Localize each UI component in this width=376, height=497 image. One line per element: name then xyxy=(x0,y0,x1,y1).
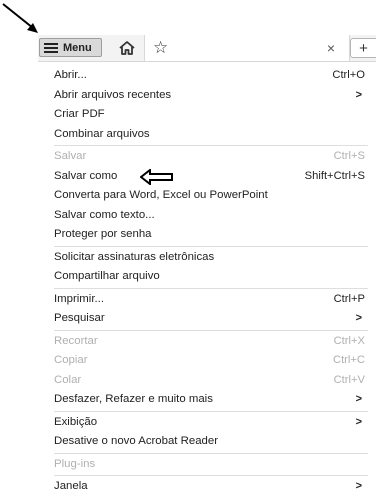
menu-item-label: Criar PDF xyxy=(54,108,105,120)
annotation-left-arrow-icon xyxy=(140,169,173,185)
menu-separator xyxy=(54,329,368,331)
menu-separator xyxy=(54,475,368,476)
tab-bar: Menu ☆ × + xyxy=(38,35,376,62)
menu-item-label: Salvar xyxy=(54,150,87,162)
menu-item-label: Salvar como xyxy=(54,169,118,182)
menu-item-copiar[interactable]: Copiar Ctrl+C xyxy=(48,351,368,371)
chevron-right-icon: > xyxy=(355,393,362,405)
document-tab[interactable]: ☆ × xyxy=(144,35,350,61)
menu-item-label: Solicitar assinaturas eletrônicas xyxy=(54,250,215,263)
chevron-right-icon: > xyxy=(355,312,362,324)
menu-item-colar[interactable]: Colar Ctrl+V xyxy=(48,371,368,391)
menu-item-desative-o-novo-acrobat-reader[interactable]: Desative o novo Acrobat Reader xyxy=(48,432,368,452)
menu-item-proteger-por-senha[interactable]: Proteger por senha xyxy=(48,225,368,245)
menu-item-label: Imprimir... xyxy=(54,292,104,305)
menu-item-label: Compartilhar arquivo xyxy=(54,270,160,282)
annotation-arrow-icon xyxy=(2,3,38,33)
menu-separator xyxy=(54,410,368,412)
menu-item-plug-ins[interactable]: Plug-ins xyxy=(48,455,368,475)
menu-item-salvar-como[interactable]: Salvar como Shift+Ctrl+S xyxy=(48,167,368,187)
menu-item-label: Proteger por senha xyxy=(54,228,152,240)
menu-item-label: Combinar arquivos xyxy=(54,127,150,140)
menu-item-abrir[interactable]: Abrir... Ctrl+O xyxy=(48,66,368,86)
menu-item-converta-para-word-excel-ou-powerpoint[interactable]: Converta para Word, Excel ou PowerPoint xyxy=(48,186,368,206)
menu-item-imprimir[interactable]: Imprimir... Ctrl+P xyxy=(48,290,368,310)
menu-item-label: Plug-ins xyxy=(54,457,96,470)
menu-item-exibicao[interactable]: Exibição > xyxy=(48,413,368,433)
menu-item-shortcut: Ctrl+P xyxy=(333,292,365,305)
menu-separator xyxy=(54,245,368,247)
menu-item-label: Converta para Word, Excel ou PowerPoint xyxy=(54,189,268,201)
menu-separator xyxy=(54,145,368,146)
star-icon[interactable]: ☆ xyxy=(153,38,168,58)
menu-item-shortcut: Ctrl+O xyxy=(332,69,365,81)
menu-item-label: Desative o novo Acrobat Reader xyxy=(54,435,218,447)
menu-item-compartilhar-arquivo[interactable]: Compartilhar arquivo xyxy=(48,267,368,287)
menu-item-pesquisar[interactable]: Pesquisar > xyxy=(48,309,368,329)
menu-item-salvar[interactable]: Salvar Ctrl+S xyxy=(48,147,368,167)
menu-item-label: Abrir... xyxy=(54,69,87,81)
menu-item-label: Recortar xyxy=(54,334,98,347)
menu-button-label: Menu xyxy=(63,41,92,54)
menu-item-abrir-arquivos-recentes[interactable]: Abrir arquivos recentes > xyxy=(48,86,368,106)
hamburger-icon xyxy=(44,42,58,53)
menu-item-shortcut: Ctrl+V xyxy=(333,373,365,386)
chevron-right-icon: > xyxy=(355,88,362,101)
main-menu: Abrir... Ctrl+O Abrir arquivos recentes > Cr… xyxy=(48,66,368,497)
menu-item-combinar-arquivos[interactable]: Combinar arquivos xyxy=(48,125,368,145)
menu-item-desfazer-refazer-e-muito-mais[interactable]: Desfazer, Refazer e muito mais > xyxy=(48,390,368,410)
menu-item-label: Copiar xyxy=(54,354,88,366)
menu-item-shortcut: Ctrl+X xyxy=(333,334,365,347)
menu-item-label: Colar xyxy=(54,373,82,386)
menu-item-shortcut: Ctrl+C xyxy=(332,354,365,366)
close-icon[interactable]: × xyxy=(327,39,335,57)
chevron-right-icon: > xyxy=(355,480,362,492)
menu-button[interactable]: Menu xyxy=(39,38,102,57)
chevron-right-icon: > xyxy=(355,415,362,428)
home-tab[interactable] xyxy=(112,37,142,59)
new-tab-button[interactable]: + xyxy=(350,38,376,58)
menu-item-label: Janela xyxy=(54,480,88,492)
menu-separator xyxy=(54,452,368,454)
home-icon xyxy=(119,41,135,55)
menu-item-shortcut: Ctrl+S xyxy=(333,150,365,162)
menu-item-criar-pdf[interactable]: Criar PDF xyxy=(48,105,368,125)
menu-item-recortar[interactable]: Recortar Ctrl+X xyxy=(48,332,368,352)
menu-item-label: Salvar como texto... xyxy=(54,208,155,221)
menu-item-janela[interactable]: Janela > xyxy=(48,477,368,497)
menu-separator xyxy=(54,287,368,289)
menu-item-label: Pesquisar xyxy=(54,312,105,324)
menu-item-label: Abrir arquivos recentes xyxy=(54,88,172,101)
menu-item-salvar-como-texto[interactable]: Salvar como texto... xyxy=(48,206,368,226)
menu-item-shortcut: Shift+Ctrl+S xyxy=(304,169,365,182)
menu-item-solicitar-assinaturas-eletronicas[interactable]: Solicitar assinaturas eletrônicas xyxy=(48,248,368,268)
menu-item-label: Exibição xyxy=(54,415,98,428)
menu-item-label: Desfazer, Refazer e muito mais xyxy=(54,393,213,405)
